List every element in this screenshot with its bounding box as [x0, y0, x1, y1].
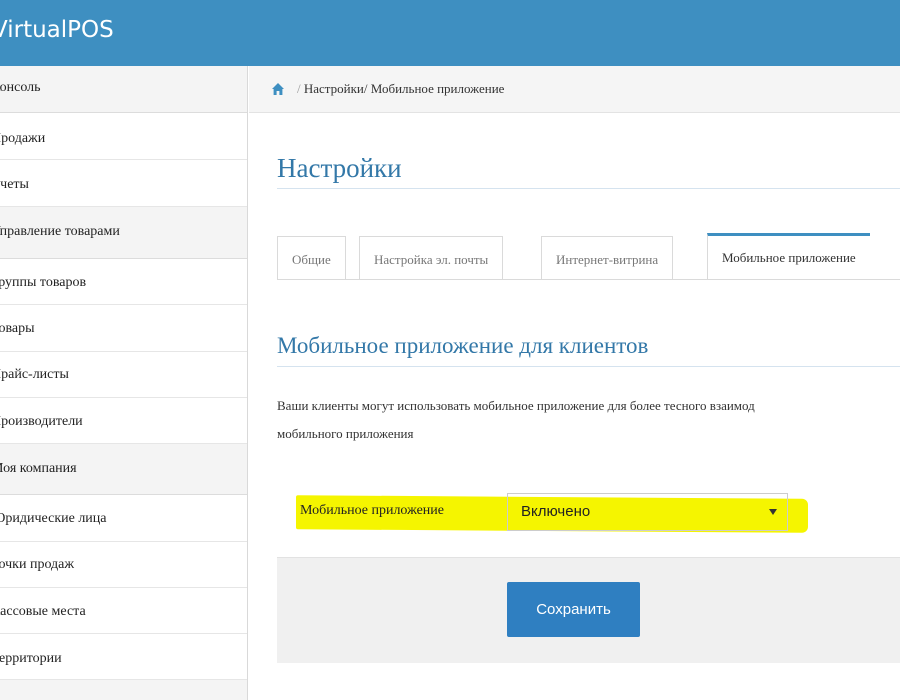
breadcrumb-separator: / — [297, 81, 301, 96]
sidebar-item-manufacturers[interactable]: Производители — [0, 398, 247, 444]
sidebar-item-invoices[interactable]: Счеты — [0, 160, 247, 207]
sidebar-item-products[interactable]: Товары — [0, 305, 247, 352]
section-title: Мобильное приложение для клиентов — [277, 333, 649, 358]
sidebar-item-cash-desks[interactable]: Кассовые места — [0, 588, 247, 634]
tab-email-settings[interactable]: Настройка эл. почты — [359, 236, 504, 280]
mobile-app-label: Мобильное приложение — [300, 503, 444, 518]
breadcrumb: / Настройки/ Мобильное приложение — [249, 66, 900, 113]
description-line: мобильного приложения — [277, 426, 414, 441]
section-divider — [277, 366, 900, 367]
caret-down-icon — [769, 509, 777, 515]
save-button[interactable]: Сохранить — [507, 582, 640, 637]
title-divider — [277, 188, 900, 189]
sidebar-item-price-lists[interactable]: Прайс-листы — [0, 352, 247, 398]
home-icon[interactable] — [271, 82, 285, 96]
tab-general[interactable]: Общие — [277, 236, 346, 280]
app-title[interactable]: VirtualPOS — [0, 17, 114, 43]
mobile-app-select[interactable]: Включено — [507, 493, 788, 531]
sidebar-item-product-groups[interactable]: Группы товаров — [0, 259, 247, 305]
section-description: Ваши клиенты могут использовать мобильно… — [277, 392, 900, 448]
breadcrumb-path: / Настройки/ Мобильное приложение — [297, 81, 504, 97]
sidebar-item-sales[interactable]: Продажи — [0, 113, 247, 160]
sidebar-item-territories[interactable]: Территории — [0, 634, 247, 680]
description-line: Ваши клиенты могут использовать мобильно… — [277, 398, 755, 413]
tab-web-store[interactable]: Интернет-витрина — [541, 236, 674, 280]
sidebar-item-console[interactable]: Консоль — [0, 66, 247, 113]
top-bar: VirtualPOS — [0, 0, 900, 66]
page-title: Настройки — [277, 153, 402, 183]
select-value: Включено — [521, 503, 591, 520]
tabs-divider — [277, 279, 900, 280]
sidebar-item-next-section[interactable] — [0, 680, 247, 700]
breadcrumb-link[interactable]: Настройки/ Мобильное приложение — [304, 81, 505, 96]
sidebar-item-product-management[interactable]: Управление товарами — [0, 207, 247, 259]
sidebar-item-legal-entities[interactable]: Юридические лица — [0, 495, 247, 542]
sidebar: Консоль Продажи Счеты Управление товарам… — [0, 66, 248, 700]
tab-mobile-app[interactable]: Мобильное приложение — [707, 233, 870, 280]
sidebar-item-sales-points[interactable]: Точки продаж — [0, 542, 247, 588]
sidebar-item-my-company[interactable]: Моя компания — [0, 444, 247, 495]
